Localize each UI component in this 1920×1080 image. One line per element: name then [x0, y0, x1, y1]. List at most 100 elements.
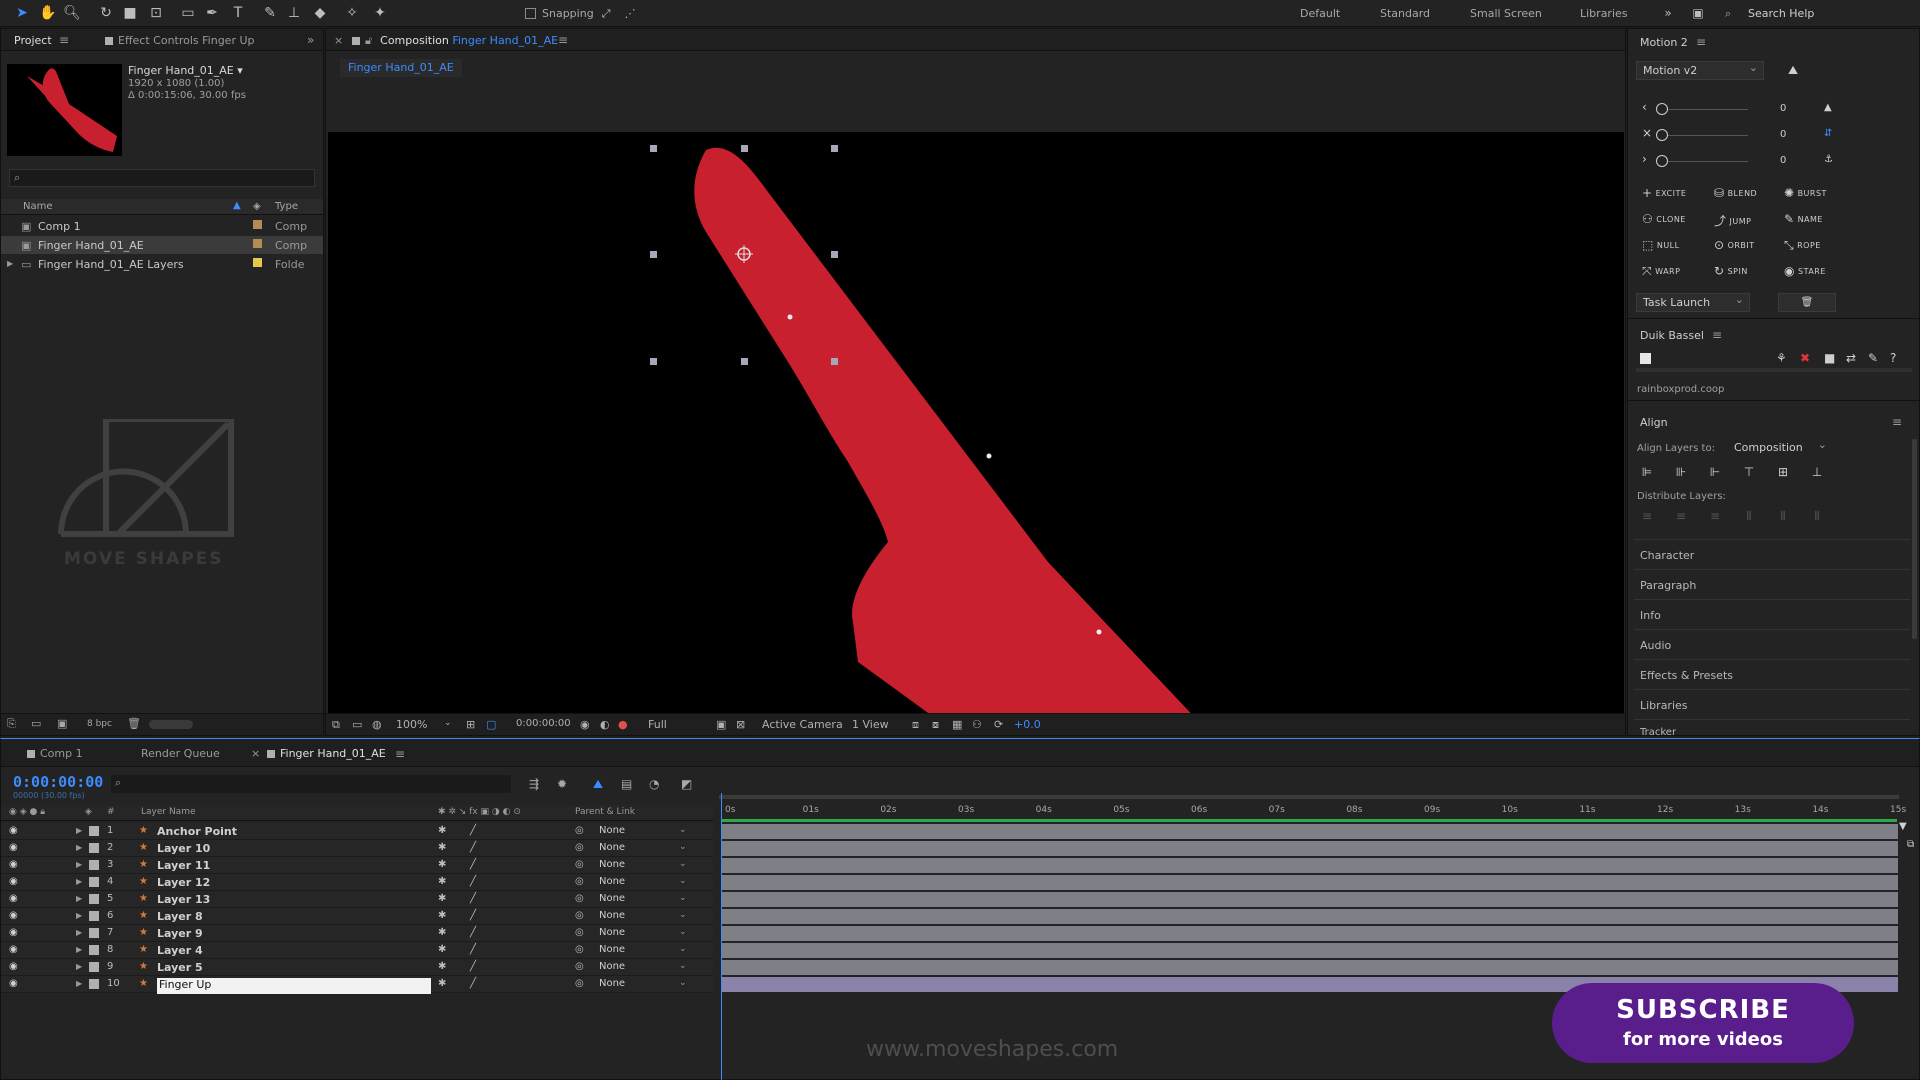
layer-row[interactable]: ◉ ▶ 4 ★ Layer 12 ✱ ╱ ◎ None ⌄ — [1, 874, 713, 891]
layer-label-swatch[interactable] — [89, 877, 99, 887]
frame-blending-icon[interactable]: ▤ — [621, 777, 632, 791]
parent-select[interactable]: None — [599, 978, 625, 989]
zoom-dropdown[interactable]: 100% — [396, 718, 427, 731]
resolution-dropdown[interactable]: Full — [648, 718, 667, 731]
selection-tool-icon[interactable]: ➤ — [12, 4, 32, 23]
excite-button[interactable]: + EXCITE — [1642, 186, 1686, 200]
time-navigator[interactable] — [719, 795, 1899, 799]
pick-whip-icon[interactable]: ◎ — [575, 876, 584, 887]
ease-in-slider[interactable] — [1658, 109, 1748, 110]
shy-switch-icon[interactable]: ✱ — [438, 893, 446, 904]
duik-menu-icon[interactable]: ≡ — [1712, 328, 1722, 342]
delete-icon[interactable]: 🗑︎ — [127, 717, 141, 730]
layer-row[interactable]: ◉ ▶ 7 ★ Layer 9 ✱ ╱ ◎ None ⌄ — [1, 925, 713, 942]
column-layer-name[interactable]: Layer Name — [141, 807, 196, 817]
quality-switch-icon[interactable]: ╱ — [470, 910, 476, 921]
visibility-eye-icon[interactable]: ◉ — [9, 842, 18, 853]
workspace-libraries[interactable]: Libraries — [1580, 7, 1628, 20]
shy-switch-icon[interactable]: ✱ — [438, 876, 446, 887]
timeline-icon[interactable]: ▦ — [952, 718, 962, 731]
pen-tool-icon[interactable]: ✒ — [202, 4, 222, 23]
layer-name-edit-field[interactable]: Finger Up — [157, 978, 431, 994]
current-time-display[interactable]: 0:00:00:00 — [516, 718, 571, 729]
show-snapshot-icon[interactable]: ◐ — [600, 718, 610, 731]
tab-finger-hand[interactable]: Finger Hand_01_AE — [267, 747, 386, 760]
zoom-tool-icon[interactable]: 🔍︎ — [62, 4, 82, 23]
mask-visibility-icon[interactable]: ◍ — [372, 718, 382, 731]
snapshot-icon[interactable]: ◉ — [580, 718, 590, 731]
layer-name[interactable]: Layer 4 — [157, 944, 203, 957]
visibility-eye-icon[interactable]: ◉ — [9, 910, 18, 921]
expand-triangle-icon[interactable]: ▶ — [76, 928, 82, 937]
quality-switch-icon[interactable]: ╱ — [470, 842, 476, 853]
column-parent-link[interactable]: Parent & Link — [575, 807, 635, 817]
layer-name[interactable]: Layer 12 — [157, 876, 210, 889]
visibility-eye-icon[interactable]: ◉ — [9, 944, 18, 955]
flowchart-icon[interactable]: ⚇ — [972, 718, 982, 731]
expand-triangle-icon[interactable]: ▶ — [76, 826, 82, 835]
timeline-search-input[interactable]: ⌕ — [111, 775, 511, 793]
project-item-finger-hand[interactable]: ▣ Finger Hand_01_AE Comp — [1, 236, 323, 254]
parent-select[interactable]: None — [599, 876, 625, 887]
align-panel-title[interactable]: Align — [1640, 416, 1668, 429]
more-workspaces-icon[interactable]: » — [1658, 4, 1678, 23]
column-type[interactable]: Type — [275, 201, 298, 212]
parent-chevron-icon[interactable]: ⌄ — [679, 893, 687, 903]
shy-switch-icon[interactable]: ✱ — [438, 961, 446, 972]
draft-3d-icon[interactable]: ✹ — [557, 777, 567, 791]
rotate-tool-icon[interactable]: ↻ — [96, 4, 116, 23]
ease-out-value[interactable]: 0 — [1780, 155, 1786, 166]
pick-whip-icon[interactable]: ◎ — [575, 842, 584, 853]
exposure-value[interactable]: +0.0 — [1014, 718, 1041, 731]
visibility-eye-icon[interactable]: ◉ — [9, 859, 18, 870]
align-hcenter-icon[interactable]: ⊪ — [1674, 465, 1688, 479]
layer-label-swatch[interactable] — [89, 860, 99, 870]
expand-triangle-icon[interactable]: ▶ — [76, 911, 82, 920]
ease-out-slider[interactable] — [1658, 161, 1748, 162]
tab-comp1[interactable]: Comp 1 — [27, 747, 83, 760]
bpc-label[interactable]: 8 bpc — [87, 719, 112, 729]
parent-chevron-icon[interactable]: ⌄ — [679, 910, 687, 920]
label-swatch[interactable] — [253, 220, 262, 229]
quality-switch-icon[interactable]: ╱ — [470, 978, 476, 989]
layer-label-swatch[interactable] — [89, 962, 99, 972]
tracker-panel[interactable]: Tracker — [1640, 727, 1676, 736]
ease-both-knob[interactable] — [1656, 129, 1668, 141]
expand-triangle-icon[interactable]: ▶ — [7, 259, 13, 268]
duik-layer-icon[interactable] — [1640, 353, 1651, 364]
column-name[interactable]: Name — [23, 201, 53, 212]
hand-tool-icon[interactable]: ✋ — [38, 4, 58, 23]
duik-x-icon[interactable]: ✖ — [1800, 351, 1810, 365]
task-launch-select[interactable]: Task Launch — [1636, 293, 1750, 312]
layer-row[interactable]: ◉ ▶ 6 ★ Layer 8 ✱ ╱ ◎ None ⌄ — [1, 908, 713, 925]
transparency-grid-icon[interactable]: ▣ — [716, 718, 726, 731]
shy-layers-icon[interactable]: ⛰ — [593, 777, 603, 792]
expand-triangle-icon[interactable]: ▶ — [76, 945, 82, 954]
layer-duration-bar[interactable] — [722, 960, 1898, 975]
workspace-default[interactable]: Default — [1300, 7, 1340, 20]
motion-pin-icon[interactable]: ▲ — [1824, 102, 1832, 113]
parent-chevron-icon[interactable]: ⌄ — [679, 927, 687, 937]
project-item-comp1[interactable]: ▣ Comp 1 Comp — [1, 217, 323, 235]
layer-duration-bar[interactable] — [722, 858, 1898, 873]
motion-panel-title[interactable]: Motion 2 — [1640, 36, 1688, 49]
layer-duration-bar[interactable] — [722, 875, 1898, 890]
quality-switch-icon[interactable]: ╱ — [470, 876, 476, 887]
layer-row[interactable]: ◉ ▶ 3 ★ Layer 11 ✱ ╱ ◎ None ⌄ — [1, 857, 713, 874]
visibility-eye-icon[interactable]: ◉ — [9, 927, 18, 938]
region-of-interest-icon[interactable]: ▢ — [486, 718, 496, 731]
layer-name[interactable]: Layer 11 — [157, 859, 210, 872]
character-panel[interactable]: Character — [1640, 549, 1694, 562]
layer-name[interactable]: Layer 9 — [157, 927, 203, 940]
pick-whip-icon[interactable]: ◎ — [575, 961, 584, 972]
name-button[interactable]: ✎ NAME — [1784, 212, 1823, 226]
parent-select[interactable]: None — [599, 927, 625, 938]
align-vcenter-icon[interactable]: ⊞ — [1776, 465, 1790, 479]
rope-button[interactable]: ⤡ ROPE — [1784, 238, 1821, 253]
layer-row[interactable]: ◉ ▶ 9 ★ Layer 5 ✱ ╱ ◎ None ⌄ — [1, 959, 713, 976]
project-comp-name[interactable]: Finger Hand_01_AE ▾ — [128, 64, 243, 77]
new-folder-icon[interactable]: ▭ — [31, 717, 41, 730]
always-preview-icon[interactable]: ⧉ — [332, 718, 340, 732]
layer-row[interactable]: ◉ ▶ 8 ★ Layer 4 ✱ ╱ ◎ None ⌄ — [1, 942, 713, 959]
parent-select[interactable]: None — [599, 961, 625, 972]
